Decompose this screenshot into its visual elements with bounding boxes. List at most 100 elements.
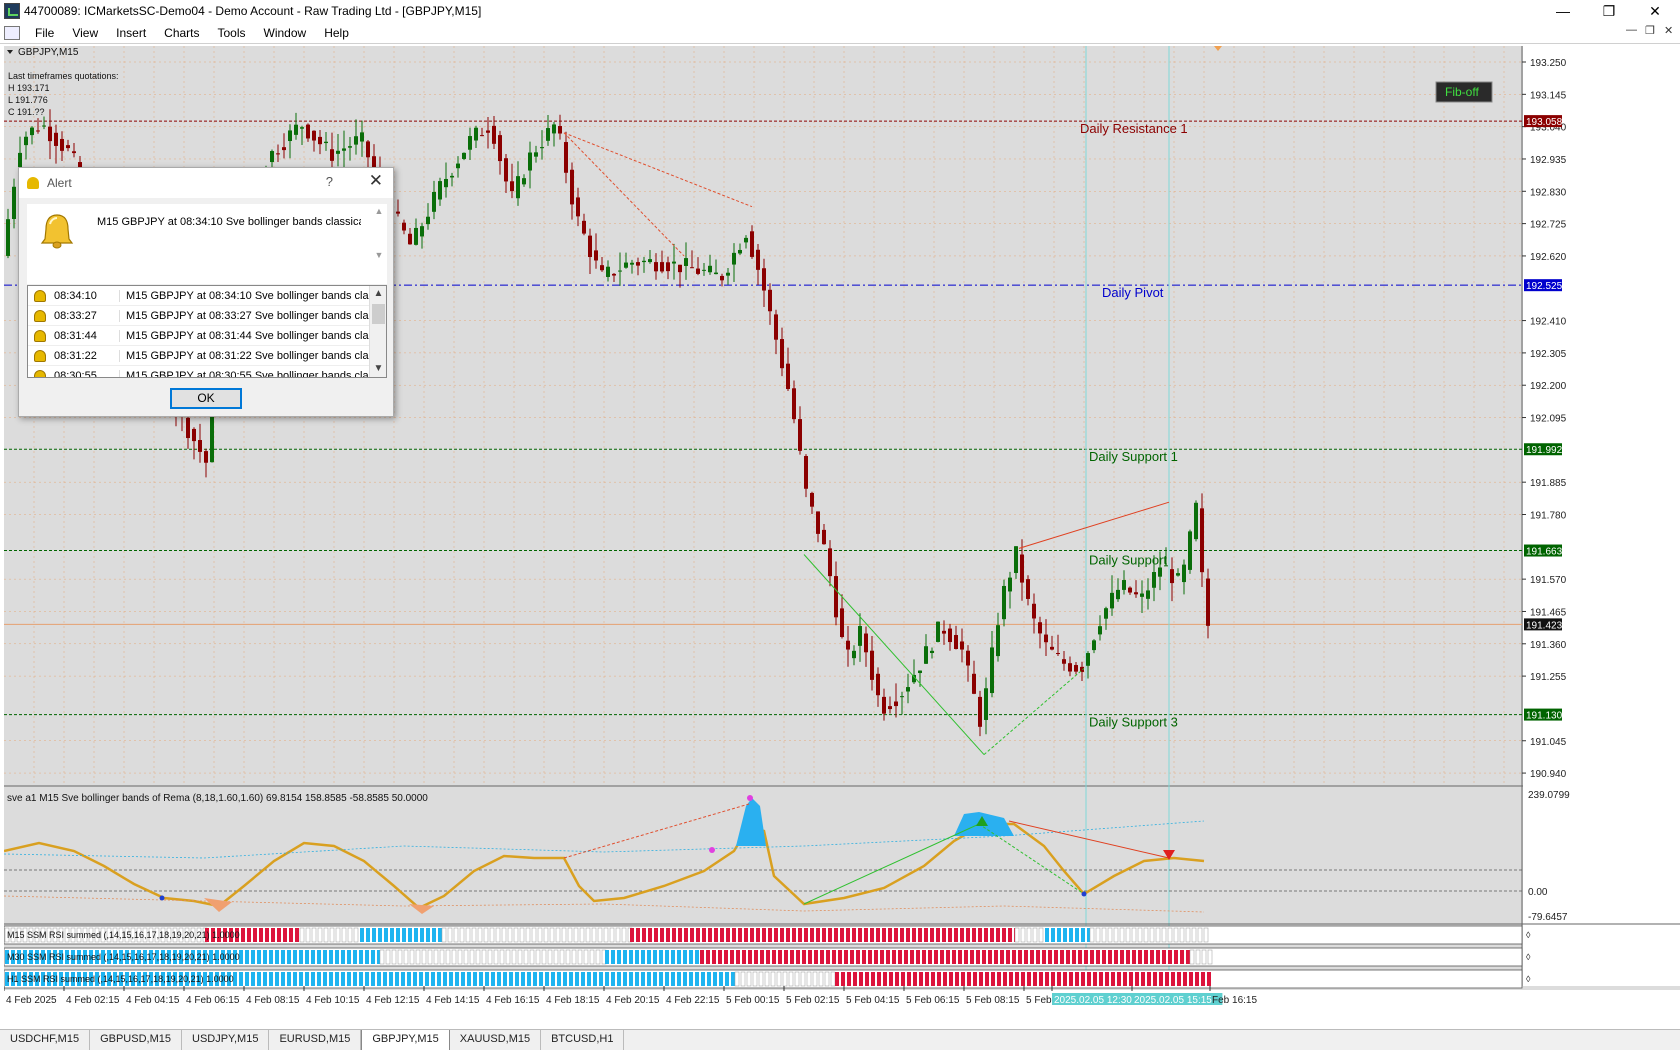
mdi-close-button[interactable]: ✕ — [1664, 24, 1673, 37]
rsi-bar — [535, 949, 541, 965]
rsi-bar — [402, 928, 406, 942]
rsi-bar — [481, 949, 487, 965]
rsi-bar — [403, 949, 409, 965]
rsi-bar — [677, 972, 681, 986]
rsi-bar — [347, 972, 351, 986]
quote-close: C 191.?? — [8, 107, 45, 117]
candle-body — [276, 153, 280, 155]
rsi-bar — [617, 972, 621, 986]
rsi-bar — [804, 928, 808, 942]
rsi-bar — [263, 972, 267, 986]
menu-charts[interactable]: Charts — [155, 26, 208, 40]
rsi-bar — [850, 950, 854, 964]
rsi-bar — [531, 927, 537, 943]
rsi-bar — [469, 949, 475, 965]
ok-button[interactable]: OK — [170, 388, 242, 409]
rsi-bar — [788, 971, 794, 987]
rsi-bar — [1089, 927, 1095, 943]
rsi-bar — [1197, 927, 1203, 943]
candle-body — [792, 388, 796, 420]
tab-gbpusd[interactable]: GBPUSD,M15 — [90, 1030, 182, 1050]
rsi-bar — [918, 928, 922, 942]
tab-eurusd[interactable]: EURUSD,M15 — [269, 1030, 362, 1050]
maximize-button[interactable]: ❐ — [1586, 0, 1632, 22]
mdi-minimize-button[interactable]: — — [1626, 24, 1637, 36]
candle-body — [684, 258, 688, 266]
price-tick-label: 192.305 — [1530, 349, 1567, 360]
candle-body — [942, 630, 946, 634]
rsi-bar — [299, 927, 305, 943]
candle-body — [366, 141, 370, 158]
rsi-bar — [744, 928, 748, 942]
menu-tools[interactable]: Tools — [209, 26, 255, 40]
list-item[interactable]: 08:31:22 M15 GBPJPY at 08:31:22 Sve bolli… — [28, 346, 386, 366]
menu-view[interactable]: View — [63, 26, 107, 40]
rsi-bar — [946, 950, 950, 964]
rsi-bar — [611, 950, 615, 964]
rsi-bar — [1039, 972, 1043, 986]
scroll-down-icon[interactable]: ▼ — [370, 363, 386, 374]
rsi-bar — [1026, 927, 1032, 943]
alert-close-button[interactable]: ✕ — [369, 171, 383, 191]
message-scrollbar[interactable]: ▲ ▼ — [371, 204, 387, 284]
rsi-panels: M15 SSM RSI summed (,14,15,16,17,18,19,2… — [3, 925, 1531, 989]
rsi-bar — [1150, 950, 1154, 964]
candle-body — [564, 142, 568, 173]
candle-body — [966, 650, 970, 666]
menu-file[interactable]: File — [26, 26, 63, 40]
candle-body — [1152, 572, 1156, 588]
minimize-button[interactable]: — — [1540, 0, 1586, 22]
alert-title-bar[interactable]: Alert — [19, 168, 393, 198]
rsi-bar — [299, 950, 303, 964]
mdi-restore-button[interactable]: ❐ — [1645, 24, 1655, 37]
rsi-bar — [537, 927, 543, 943]
tab-usdchf[interactable]: USDCHF,M15 — [0, 1030, 91, 1050]
chart-window-icon[interactable] — [4, 25, 20, 40]
rsi-bar — [257, 972, 261, 986]
tab-usdjpy[interactable]: USDJPY,M15 — [182, 1030, 270, 1050]
list-item[interactable]: 08:30:55 M15 GBPJPY at 08:30:55 Sve bolli… — [28, 366, 386, 377]
rsi-bar — [834, 928, 838, 942]
price-tag-label-current: 191.423 — [1526, 620, 1563, 631]
alert-dialog[interactable]: Alert ? ✕ M15 GBPJPY at 08:34:10 Sve bol… — [18, 167, 394, 417]
rsi-bar — [413, 972, 417, 986]
rsi-bar — [305, 927, 311, 943]
rsi-bar — [317, 972, 321, 986]
list-scrollbar[interactable]: ▲ ▼ — [369, 286, 386, 377]
help-button[interactable]: ? — [326, 174, 333, 189]
rsi-bar — [641, 950, 645, 964]
rsi-bar — [396, 928, 400, 942]
candle-body — [282, 147, 286, 151]
candle-body — [420, 226, 424, 237]
rsi-bar — [281, 950, 285, 964]
rsi-bar — [383, 972, 387, 986]
list-item[interactable]: 08:31:44 M15 GBPJPY at 08:31:44 Sve bolli… — [28, 326, 386, 346]
tab-xauusd[interactable]: XAUUSD,M15 — [450, 1030, 542, 1050]
rsi-bar — [1114, 950, 1118, 964]
scroll-thumb[interactable] — [372, 304, 385, 324]
app-icon[interactable] — [4, 3, 20, 19]
list-item[interactable]: 08:33:27 M15 GBPJPY at 08:33:27 Sve bolli… — [28, 306, 386, 326]
time-tick-label: Feb 16:15 — [1212, 995, 1257, 1006]
rsi-bar — [996, 928, 1000, 942]
menu-help[interactable]: Help — [315, 26, 358, 40]
rsi-bar — [714, 928, 718, 942]
rsi-bar — [696, 928, 700, 942]
rsi-bar — [1054, 950, 1058, 964]
rsi-bar — [924, 928, 928, 942]
alert-history-list[interactable]: 08:34:10 M15 GBPJPY at 08:34:10 Sve bolli… — [27, 285, 387, 378]
rsi-bar — [958, 950, 962, 964]
candle-body — [558, 126, 562, 134]
tab-btcusd[interactable]: BTCUSD,H1 — [541, 1030, 625, 1050]
rsi-bar — [621, 927, 627, 943]
close-window-button[interactable]: ✕ — [1632, 0, 1678, 22]
rsi-bar — [972, 928, 976, 942]
tab-gbpjpy[interactable]: GBPJPY,M15 — [361, 1030, 450, 1050]
menu-window[interactable]: Window — [255, 26, 316, 40]
list-item[interactable]: 08:34:10 M15 GBPJPY at 08:34:10 Sve bolli… — [28, 286, 386, 306]
candle-body — [894, 701, 898, 707]
rsi-bar — [323, 972, 327, 986]
candle-body — [660, 262, 664, 272]
menu-insert[interactable]: Insert — [107, 26, 155, 40]
scroll-up-icon[interactable]: ▲ — [370, 288, 386, 299]
